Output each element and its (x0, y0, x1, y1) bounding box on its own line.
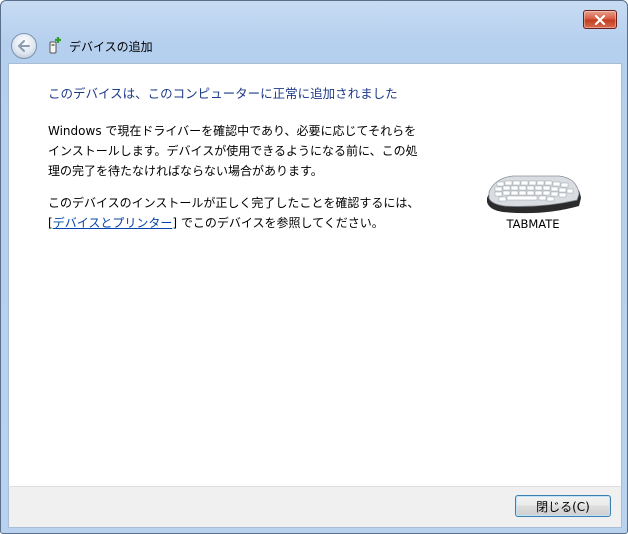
close-icon (594, 14, 606, 25)
title-bar (1, 1, 627, 31)
devices-and-printers-link[interactable]: デバイスとプリンター (53, 216, 173, 230)
driver-check-text: Windows で現在ドライバーを確認中であり、必要に応じてそれらをインストール… (48, 124, 418, 178)
instruction-suffix: ] でこのデバイスを参照してください。 (172, 216, 384, 230)
success-heading: このデバイスは、このコンピューターに正常に追加されました (48, 86, 398, 101)
close-button[interactable]: 閉じる(C) (515, 495, 611, 517)
window-close-button[interactable] (583, 10, 617, 29)
back-arrow-icon (18, 40, 30, 52)
wizard-title: デバイスの追加 (69, 40, 153, 54)
wizard-nav: デバイスの追加 (1, 31, 627, 63)
content-pane: このデバイスは、このコンピューターに正常に追加されました Windows で現在… (8, 63, 622, 487)
add-device-icon (49, 37, 61, 54)
add-device-window: デバイスの追加 このデバイスは、このコンピューターに正常に追加されました Win… (0, 0, 628, 534)
footer-bar: 閉じる(C) (8, 486, 622, 528)
verify-instruction-text: このデバイスのインストールが正しく完了したことを確認するには、[デバイスとプリン… (48, 193, 428, 233)
back-button[interactable] (11, 33, 37, 59)
keyboard-icon (487, 175, 581, 214)
device-name: TABMATE (506, 217, 560, 231)
